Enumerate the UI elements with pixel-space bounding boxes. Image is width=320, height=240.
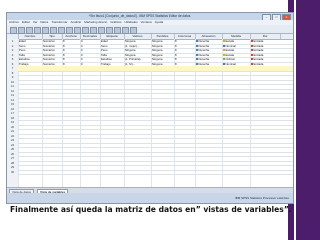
cell-text: Entrada (253, 43, 264, 48)
cell-text: Entrada (253, 48, 264, 52)
table-row[interactable] (18, 170, 293, 175)
cell-text: Derecha (198, 48, 210, 52)
cell-text: Entrada (253, 52, 264, 57)
cell-text: Derecha (198, 39, 210, 43)
cell-text: Derecha (198, 43, 210, 48)
cell-text: Escala (225, 48, 234, 52)
toolbar-button-icon[interactable] (74, 26, 81, 34)
status-text: IBM SPSS Statistics Processor está listo (234, 196, 289, 200)
spss-window-screenshot: *Sin título1 [Conjunto_de_datos0] - IBM … (6, 12, 294, 204)
toolbar-button-icon[interactable] (130, 26, 137, 34)
toolbar-button-icon[interactable] (42, 26, 49, 34)
variable-view-grid: Nombre Tipo Anchura Decimales Etiqueta Valore… (7, 34, 293, 187)
cell-text: Entrada (253, 39, 264, 43)
toolbar-button-icon[interactable] (34, 26, 41, 34)
cell-text: Escala (225, 52, 234, 57)
slide: *Sin título1 [Conjunto_de_datos0] - IBM … (0, 0, 320, 240)
cell-text: Derecha (198, 52, 210, 57)
toolbar-button-icon[interactable] (66, 26, 73, 34)
cell-text: Derecha (198, 57, 210, 61)
status-bar: IBM SPSS Statistics Processor está listo (7, 193, 293, 203)
toolbar-button-icon[interactable] (114, 26, 121, 34)
cell-text: Ordinal (225, 57, 235, 61)
toolbar-button-icon[interactable] (106, 26, 113, 34)
cell-text: Nominal (225, 43, 236, 48)
toolbar (7, 25, 293, 34)
cell-text: Nominal (225, 61, 236, 66)
slide-caption: Finalmente así queda la matriz de datos … (10, 205, 292, 214)
cell-text: Escala (225, 39, 234, 43)
toolbar-button-icon[interactable] (50, 26, 57, 34)
toolbar-button-icon[interactable] (122, 26, 129, 34)
window-titlebar: *Sin título1 [Conjunto_de_datos0] - IBM … (7, 13, 293, 21)
toolbar-button-icon[interactable] (10, 26, 17, 34)
toolbar-button-icon[interactable] (58, 26, 65, 34)
toolbar-button-icon[interactable] (26, 26, 33, 34)
toolbar-button-icon[interactable] (90, 26, 97, 34)
toolbar-button-icon[interactable] (18, 26, 25, 34)
toolbar-button-icon[interactable] (98, 26, 105, 34)
cell-text: Derecha (198, 61, 210, 66)
row-number[interactable]: 30 (7, 170, 18, 175)
decorative-side-line (294, 0, 296, 240)
cell-text: Entrada (253, 57, 264, 61)
cell-text: Entrada (253, 61, 264, 66)
window-title: *Sin título1 [Conjunto_de_datos0] - IBM … (89, 14, 191, 18)
toolbar-button-icon[interactable] (82, 26, 89, 34)
